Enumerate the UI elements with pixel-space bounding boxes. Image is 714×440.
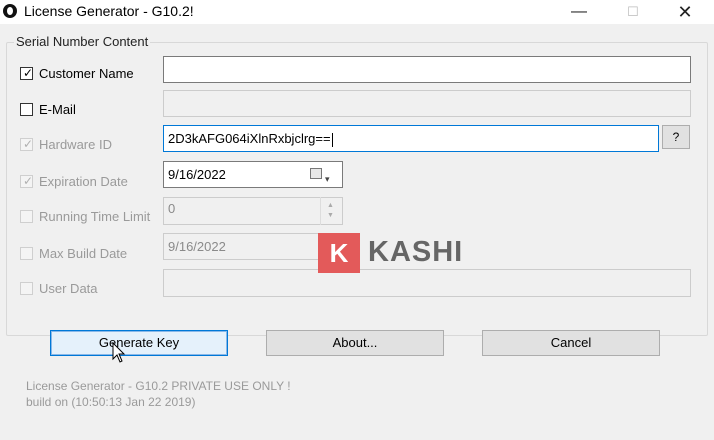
window-title: License Generator - G10.2! (24, 3, 194, 19)
maximize-button[interactable]: ☐ (610, 0, 656, 24)
running-time-limit-checkbox[interactable] (20, 210, 33, 223)
calendar-icon[interactable] (310, 168, 322, 179)
about-button[interactable]: About... (266, 330, 444, 356)
minimize-button[interactable]: — (556, 0, 602, 24)
max-build-date-picker[interactable]: 9/16/2022 (163, 233, 343, 260)
cancel-button[interactable]: Cancel (482, 330, 660, 356)
expiration-date-label: Expiration Date (39, 174, 128, 189)
spin-up-icon[interactable]: ▲ (327, 202, 334, 209)
hardware-id-label: Hardware ID (39, 137, 112, 152)
email-label: E-Mail (39, 102, 76, 117)
hardware-id-help-button[interactable]: ? (662, 125, 690, 149)
customer-name-label: Customer Name (39, 66, 134, 81)
kashi-logo-badge: K (318, 233, 360, 273)
user-data-label: User Data (39, 281, 98, 296)
expiration-date-checkbox[interactable]: ✓ (20, 175, 33, 188)
email-input[interactable] (163, 90, 691, 117)
user-data-input[interactable] (163, 269, 691, 297)
user-data-checkbox[interactable] (20, 282, 33, 295)
footer-build-info: build on (10:50:13 Jan 22 2019) (26, 395, 196, 409)
running-time-limit-label: Running Time Limit (39, 209, 151, 224)
running-time-limit-input[interactable]: 0 (163, 197, 343, 225)
expiration-date-value: 9/16/2022 (168, 167, 226, 182)
check-icon: ✓ (23, 137, 34, 151)
text-caret (331, 132, 333, 147)
max-build-date-label: Max Build Date (39, 246, 128, 261)
expiration-date-picker[interactable]: 9/16/2022 ▾ (163, 161, 343, 188)
email-checkbox[interactable] (20, 103, 33, 116)
hardware-id-value: 2D3kAFG064iXlnRxbjclrg== (168, 131, 331, 146)
footer-notice: License Generator - G10.2 PRIVATE USE ON… (26, 379, 291, 393)
customer-name-input[interactable] (163, 56, 691, 83)
generate-key-button[interactable]: Generate Key (50, 330, 228, 356)
customer-name-checkbox[interactable]: ✓ (20, 67, 33, 80)
running-time-spinner[interactable]: ▲ ▼ (320, 197, 342, 225)
max-build-date-value: 9/16/2022 (168, 239, 226, 254)
dialog-body: Serial Number Content ✓ Customer Name E-… (0, 24, 714, 440)
close-button[interactable]: ✕ (662, 0, 708, 24)
title-bar: License Generator - G10.2! — ☐ ✕ (0, 0, 714, 24)
max-build-date-checkbox[interactable] (20, 247, 33, 260)
spin-down-icon[interactable]: ▼ (327, 212, 334, 219)
check-icon: ✓ (23, 174, 34, 188)
hardware-id-input[interactable]: 2D3kAFG064iXlnRxbjclrg== (163, 125, 659, 152)
chevron-down-icon[interactable]: ▾ (325, 167, 330, 187)
app-icon (3, 4, 17, 18)
mouse-cursor-icon (112, 342, 126, 363)
check-icon: ✓ (23, 66, 34, 80)
hardware-id-checkbox[interactable]: ✓ (20, 138, 33, 151)
group-title: Serial Number Content (14, 34, 151, 49)
kashi-logo-text: KASHI (368, 236, 464, 268)
